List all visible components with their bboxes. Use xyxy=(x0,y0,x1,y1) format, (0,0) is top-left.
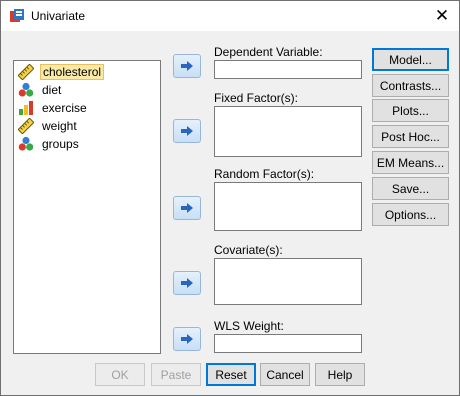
options-button[interactable]: Options... xyxy=(372,203,449,226)
variable-list[interactable]: cholesterol diet exercise weight groups xyxy=(13,60,161,354)
univariate-dialog: Univariate ✕ cholesterol diet exercise w… xyxy=(0,0,460,396)
paste-button[interactable]: Paste xyxy=(151,363,201,386)
save-button[interactable]: Save... xyxy=(372,177,449,200)
wls-weight-field[interactable] xyxy=(214,334,362,353)
right-arrow-icon xyxy=(181,278,193,288)
variable-label: cholesterol xyxy=(40,64,105,80)
ordinal-bars-icon xyxy=(19,101,33,115)
move-to-dependent-button[interactable] xyxy=(173,54,201,78)
reset-button[interactable]: Reset xyxy=(206,363,256,386)
fixed-factors-list[interactable] xyxy=(214,106,362,157)
move-to-fixed-factors-button[interactable] xyxy=(173,119,201,143)
covariates-label: Covariate(s): xyxy=(214,243,283,257)
move-to-random-factors-button[interactable] xyxy=(173,196,201,220)
post-hoc-button[interactable]: Post Hoc... xyxy=(372,125,449,148)
variable-label: exercise xyxy=(42,101,87,115)
scale-ruler-icon xyxy=(18,64,34,80)
random-factors-list[interactable] xyxy=(214,182,362,231)
em-means-button[interactable]: EM Means... xyxy=(372,151,449,174)
variable-item-groups[interactable]: groups xyxy=(16,135,156,153)
fixed-factors-label: Fixed Factor(s): xyxy=(214,91,299,105)
right-arrow-icon xyxy=(181,61,193,71)
variable-item-diet[interactable]: diet xyxy=(16,81,156,99)
dependent-variable-label: Dependent Variable: xyxy=(214,45,323,59)
variable-item-exercise[interactable]: exercise xyxy=(16,99,156,117)
variable-item-cholesterol[interactable]: cholesterol xyxy=(16,63,156,81)
nominal-circles-icon xyxy=(18,82,34,97)
right-arrow-icon xyxy=(181,126,193,136)
scale-ruler-icon xyxy=(18,118,34,134)
variable-label: weight xyxy=(42,119,77,133)
close-icon: ✕ xyxy=(434,6,450,25)
random-factors-label: Random Factor(s): xyxy=(214,167,315,181)
move-to-wls-weight-button[interactable] xyxy=(173,327,201,351)
window-title: Univariate xyxy=(31,9,86,23)
dependent-variable-field[interactable] xyxy=(214,60,362,79)
move-to-covariates-button[interactable] xyxy=(173,271,201,295)
help-button[interactable]: Help xyxy=(315,363,365,386)
cancel-button[interactable]: Cancel xyxy=(260,363,310,386)
nominal-circles-icon xyxy=(18,136,34,151)
covariates-list[interactable] xyxy=(214,258,362,305)
plots-button[interactable]: Plots... xyxy=(372,99,449,122)
wls-weight-label: WLS Weight: xyxy=(214,319,284,333)
ok-button[interactable]: OK xyxy=(95,363,145,386)
variable-label: diet xyxy=(42,83,62,97)
model-button[interactable]: Model... xyxy=(372,48,449,71)
right-arrow-icon xyxy=(181,334,193,344)
close-button[interactable]: ✕ xyxy=(425,1,459,31)
right-arrow-icon xyxy=(181,203,193,213)
title-bar: Univariate ✕ xyxy=(1,1,459,31)
variable-label: groups xyxy=(42,137,79,151)
contrasts-button[interactable]: Contrasts... xyxy=(372,74,449,97)
spss-app-icon xyxy=(10,9,24,22)
variable-item-weight[interactable]: weight xyxy=(16,117,156,135)
